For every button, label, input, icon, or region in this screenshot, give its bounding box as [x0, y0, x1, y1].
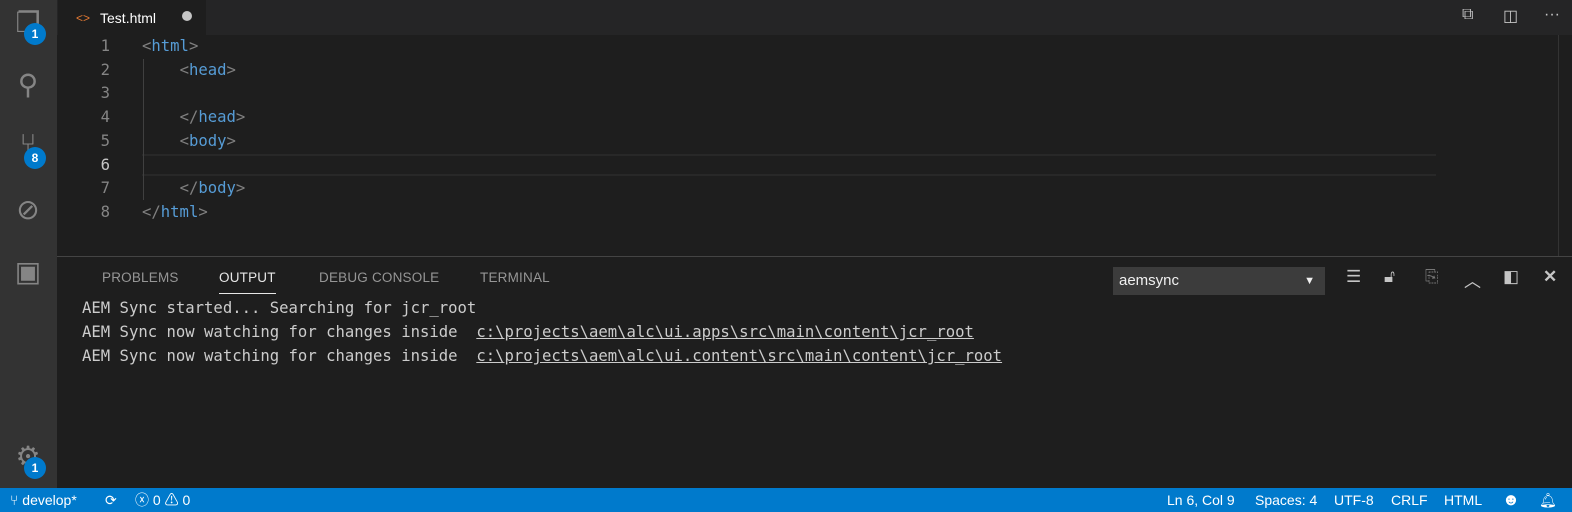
tag-name: html	[160, 202, 199, 221]
code-text: </head>	[142, 106, 246, 129]
line-number: 4	[100, 108, 110, 127]
output-path-link[interactable]: c:\projects\aem\alc\ui.apps\src\main\con…	[476, 323, 974, 341]
code-line[interactable]: 2 <head>	[57, 59, 1457, 82]
settings-badge: 1	[24, 457, 46, 479]
encoding[interactable]: UTF-8	[1334, 488, 1374, 512]
activity-bar: ❐ 1 ⚲ ⑂ 8 ⊘ ▣ ⚙ 1	[0, 0, 57, 488]
tab-terminal[interactable]: TERMINAL	[480, 270, 550, 285]
code-text: <head>	[142, 59, 236, 82]
tab-output[interactable]: OUTPUT	[219, 270, 276, 294]
output-text: AEM Sync now watching for changes inside	[82, 323, 477, 341]
tag-name: head	[198, 108, 236, 127]
line-number: 6	[100, 155, 110, 174]
line-ending[interactable]: CRLF	[1391, 488, 1428, 512]
more-actions-icon[interactable]: ···	[1544, 6, 1560, 24]
html-file-icon: <>	[76, 10, 91, 25]
explorer-badge: 1	[24, 23, 46, 45]
warning-icon: ⚠	[164, 492, 179, 508]
output-line: AEM Sync started... Searching for jcr_ro…	[82, 299, 476, 317]
tag-name: head	[188, 60, 227, 79]
feedback-smiley-icon[interactable]: ☻	[1502, 488, 1520, 512]
code-line[interactable]: 5 <body>	[57, 130, 1457, 153]
debug-icon[interactable]: ⊘	[8, 189, 48, 229]
extensions-icon[interactable]: ▣	[8, 251, 48, 291]
bracket: </	[179, 179, 199, 198]
bracket: >	[188, 37, 199, 55]
output-line: AEM Sync now watching for changes inside…	[82, 347, 1002, 365]
indentation[interactable]: Spaces: 4	[1255, 488, 1317, 512]
output-channel-select[interactable]: aemsync ▼	[1113, 267, 1325, 295]
tab-bar: <> Test.html ⧉ ◫ ···	[57, 0, 1572, 35]
bracket: </	[179, 108, 199, 127]
bracket: <	[179, 131, 189, 150]
tag-name: body	[198, 179, 236, 198]
tag-name: html	[151, 37, 189, 55]
line-number: 1	[100, 37, 110, 55]
toggle-panel-position-icon[interactable]: ◧	[1503, 267, 1519, 287]
scm-badge: 8	[24, 147, 46, 169]
bracket: >	[226, 131, 236, 150]
error-count: 0	[152, 492, 161, 508]
editor-scrollbar[interactable]	[1558, 35, 1572, 256]
close-panel-icon[interactable]: ✕	[1543, 267, 1557, 287]
output-line: AEM Sync now watching for changes inside…	[82, 323, 974, 341]
problems-status[interactable]: ⓧ 0 ⚠ 0	[135, 488, 190, 512]
branch-status[interactable]: ⑂ develop*	[10, 488, 77, 512]
branch-name: develop*	[22, 492, 77, 508]
bracket: >	[235, 108, 246, 127]
tab-test-html[interactable]: <> Test.html	[58, 0, 206, 35]
open-preview-icon[interactable]: ⧉	[1462, 6, 1473, 24]
bracket: </	[142, 202, 161, 221]
tag-name: body	[188, 131, 227, 150]
tab-label: Test.html	[100, 9, 157, 26]
code-line[interactable]: 7 </body>	[57, 177, 1457, 200]
line-number: 5	[100, 131, 110, 150]
notifications-bell-icon[interactable]: 🔔︎	[1539, 488, 1557, 512]
output-text: AEM Sync started... Searching for jcr_ro…	[82, 299, 477, 317]
line-number: 7	[100, 179, 110, 198]
code-text: </html>	[142, 201, 208, 224]
language-mode[interactable]: HTML	[1444, 488, 1482, 512]
status-bar: ⑂ develop* ⟳ ⓧ 0 ⚠ 0 Ln 6, Col 9 Spaces:…	[0, 488, 1572, 512]
code-text: <html>	[142, 35, 198, 58]
line-number: 2	[100, 60, 110, 79]
sync-icon[interactable]: ⟳	[105, 488, 117, 512]
output-path-link[interactable]: c:\projects\aem\alc\ui.content\src\main\…	[476, 347, 1002, 365]
search-icon[interactable]: ⚲	[8, 64, 48, 104]
cursor-position[interactable]: Ln 6, Col 9	[1167, 488, 1235, 512]
tab-debug-console[interactable]: DEBUG CONSOLE	[319, 270, 439, 285]
clear-output-icon[interactable]: ☰	[1346, 267, 1361, 287]
bracket: >	[235, 179, 246, 198]
line-number: 8	[100, 202, 110, 221]
open-log-icon[interactable]: ⎘	[1425, 267, 1439, 287]
maximize-panel-icon[interactable]: ︿	[1464, 267, 1481, 292]
tab-problems[interactable]: PROBLEMS	[102, 270, 179, 285]
bracket: >	[198, 202, 208, 221]
code-text: </body>	[142, 177, 246, 200]
output-text: AEM Sync now watching for changes inside	[82, 347, 477, 365]
dropdown-arrow-icon: ▼	[1304, 275, 1315, 287]
split-editor-icon[interactable]: ◫	[1503, 6, 1518, 26]
code-line[interactable]: 8 </html>	[57, 201, 1457, 224]
code-text: <body>	[142, 130, 236, 153]
warning-count: 0	[182, 492, 191, 508]
scroll-lock-icon[interactable]: 🔓︎	[1384, 267, 1395, 287]
channel-value: aemsync	[1119, 272, 1180, 289]
bracket: <	[179, 60, 189, 79]
unsaved-dot-icon[interactable]	[182, 11, 192, 21]
code-line[interactable]: 4 </head>	[57, 106, 1457, 129]
line-number: 3	[100, 84, 110, 103]
code-line[interactable]: 3	[57, 82, 1457, 105]
code-line[interactable]: 6	[57, 154, 1457, 177]
bracket: <	[142, 37, 152, 55]
panel: PROBLEMS OUTPUT DEBUG CONSOLE TERMINAL a…	[57, 256, 1572, 488]
error-icon: ⓧ	[135, 492, 149, 508]
bracket: >	[226, 60, 236, 79]
code-line[interactable]: 1 <html>	[57, 35, 1457, 58]
